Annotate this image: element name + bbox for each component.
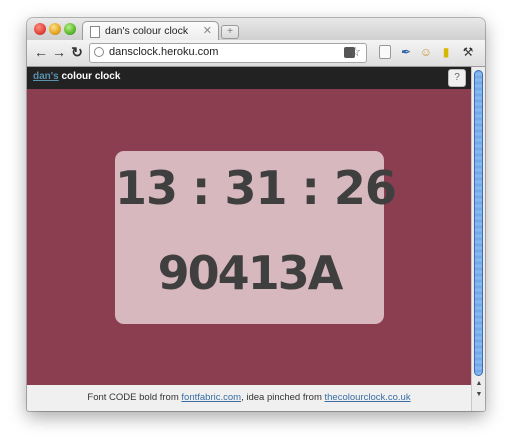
scroll-down-icon[interactable]: ▼ [474, 390, 484, 400]
forward-icon[interactable]: → [51, 44, 67, 60]
tab-dans-colour-clock[interactable]: dan's colour clock ✕ [82, 21, 219, 41]
fontfabric-link[interactable]: fontfabric.com [181, 392, 241, 403]
clock-hex-code: 90413A [157, 246, 344, 300]
star-icon[interactable]: ☆ [349, 44, 361, 60]
extension-face-icon[interactable]: ☺ [419, 45, 433, 59]
back-icon[interactable]: ← [33, 44, 49, 60]
url-text[interactable]: dansclock.heroku.com [109, 46, 218, 58]
minimize-window-button[interactable] [49, 23, 61, 35]
footer-text-middle: , idea pinched from [241, 392, 325, 403]
address-bar[interactable]: dansclock.heroku.com ☆ [89, 43, 367, 63]
site-title: dan's colour clock [33, 71, 120, 82]
site-title-text: colour clock [58, 71, 121, 82]
site-footer: Font CODE bold from fontfabric.com, idea… [27, 385, 471, 411]
colourclock-link[interactable]: thecolourclock.co.uk [325, 392, 411, 403]
home-link[interactable]: dan's [33, 71, 59, 82]
footer-text-prefix: Font CODE bold from [87, 392, 182, 403]
clock-time: 13 : 31 : 26 [115, 161, 397, 215]
clock-card: 13 : 31 : 26 90413A [115, 151, 397, 324]
wrench-icon[interactable]: ⚒ [461, 45, 475, 59]
zoom-window-button[interactable] [64, 23, 76, 35]
tab-title: dan's colour clock [105, 25, 189, 37]
close-window-button[interactable] [34, 23, 46, 35]
document-icon[interactable] [379, 45, 391, 59]
eyedropper-icon[interactable]: ✒ [399, 45, 413, 59]
help-button[interactable]: ? [448, 69, 466, 87]
page-favicon-icon [90, 26, 100, 38]
browser-window: dan's colour clock ✕ + ← → ↻ dansclock.h… [27, 18, 485, 411]
reload-icon[interactable]: ↻ [69, 44, 85, 60]
tab-strip: dan's colour clock ✕ + [27, 18, 485, 41]
scrollbar-thumb[interactable] [474, 70, 483, 376]
vertical-scrollbar[interactable]: ▲ ▼ [471, 67, 485, 411]
site-header: dan's colour clock ? [27, 67, 471, 89]
scroll-up-icon[interactable]: ▲ [474, 379, 484, 389]
extensions-icon[interactable]: ▮ [439, 45, 453, 59]
page-viewport: dan's colour clock ? 13 : 31 : 26 90413A… [27, 67, 471, 411]
page-info-icon[interactable] [94, 47, 104, 57]
tab-close-icon[interactable]: ✕ [203, 24, 212, 37]
browser-toolbar: ← → ↻ dansclock.heroku.com ☆ ✒ ☺ ▮ ⚒ [27, 40, 485, 67]
new-tab-button[interactable]: + [221, 25, 239, 39]
